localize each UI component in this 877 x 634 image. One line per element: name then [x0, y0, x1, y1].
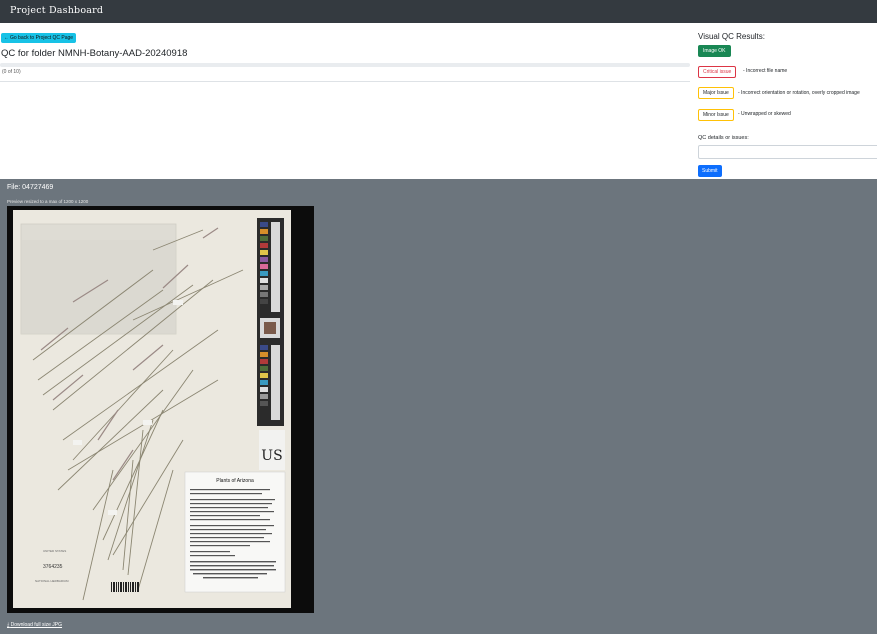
back-button-label: Go back to Project QC Page: [10, 35, 74, 41]
critical-issue-description: - Incorrect file name: [743, 68, 788, 74]
divider: [0, 81, 690, 82]
download-full-size-link[interactable]: ⤓ Download full size JPG: [7, 622, 62, 628]
major-issue-button[interactable]: Major Issue: [698, 87, 734, 99]
arrow-left-icon: ←: [4, 35, 9, 41]
label-title: Plants of Arizona: [216, 478, 254, 484]
image-ok-button[interactable]: Image OK: [698, 45, 731, 57]
minor-issue-description: - Unwrapped or skewed: [738, 111, 791, 117]
herbarium-code: US: [261, 448, 282, 464]
collection-stamp: UNITED STATES: [43, 549, 66, 553]
barcode-number: 3764235: [43, 564, 63, 570]
minor-issue-button[interactable]: Minor Issue: [698, 109, 734, 121]
download-icon: ⤓: [7, 622, 10, 628]
qc-results-title: Visual QC Results:: [698, 32, 765, 41]
museum-stamp: NATIONAL HERBARIUM: [35, 579, 69, 583]
major-issue-description: - Incorrect orientation or rotation, ove…: [738, 90, 860, 96]
qc-details-input[interactable]: [698, 145, 877, 159]
back-to-project-button[interactable]: ←Go back to Project QC Page: [1, 33, 77, 43]
specimen-image[interactable]: US Plants of Arizona UNITED STATES 37642…: [7, 206, 314, 613]
download-label: Download full size JPG: [10, 622, 63, 628]
specimen-drawing: US Plants of Arizona UNITED STATES 37642…: [13, 210, 291, 608]
brand-title[interactable]: Project Dashboard: [10, 5, 103, 16]
progress-bar: [0, 63, 690, 67]
progress-text: (0 of 10): [2, 69, 21, 75]
file-name-label: File: 04727469: [7, 184, 54, 191]
herbarium-sheet: US Plants of Arizona UNITED STATES 37642…: [13, 210, 291, 608]
submit-button[interactable]: Submit: [698, 165, 722, 177]
image-viewer: File: 04727469 Preview resized to a max …: [0, 179, 877, 634]
preview-resize-note: Preview resized to a max of 1200 x 1200: [7, 199, 89, 204]
page-title: QC for folder NMNH-Botany-AAD-20240918: [1, 48, 188, 59]
qc-details-label: QC details or issues:: [698, 135, 749, 141]
main-panel: ←Go back to Project QC Page QC for folde…: [0, 23, 877, 179]
navbar: Project Dashboard: [0, 0, 877, 23]
critical-issue-button[interactable]: Critical issue: [698, 66, 737, 78]
